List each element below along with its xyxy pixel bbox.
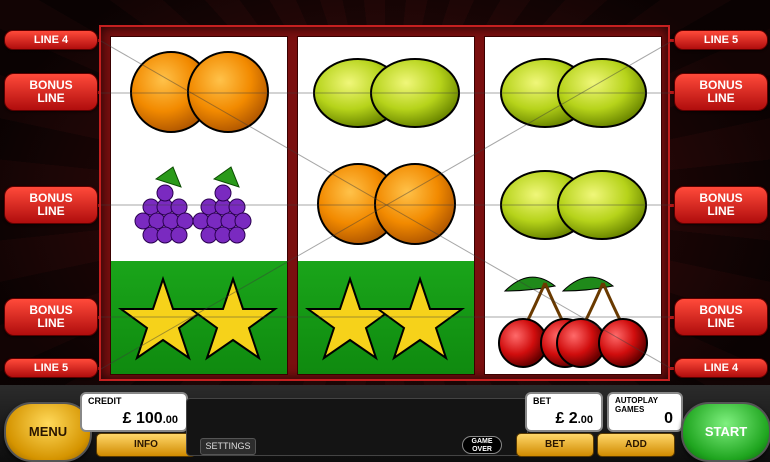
bet-panel: BET £ 2.00: [525, 392, 603, 432]
tab-label: LINE: [707, 204, 735, 218]
tab-label: LINE: [707, 91, 735, 105]
start-label: START: [704, 424, 748, 439]
bet-button-label: BET: [545, 439, 565, 450]
tab-label: LINE 4: [33, 34, 69, 46]
reel-2: [297, 36, 475, 375]
line-5-left-tab[interactable]: LINE 5: [4, 358, 98, 378]
tab-label: LINE 4: [703, 362, 739, 374]
bet-label: BET: [533, 396, 551, 406]
reel-1: [110, 36, 288, 375]
line-4-left-tab[interactable]: LINE 4: [4, 30, 98, 50]
bonus-line-left-tab-3[interactable]: BONUS LINE: [4, 298, 98, 336]
star-symbol: [111, 261, 287, 374]
grapes-symbol: [111, 149, 287, 261]
menu-button[interactable]: MENU: [4, 402, 92, 462]
credit-value: £ 100.00: [123, 410, 178, 428]
cherry-symbol: [485, 261, 661, 374]
start-button[interactable]: START: [681, 402, 770, 462]
credit-panel: CREDIT £ 100.00: [80, 392, 188, 432]
bonus-line-right-tab-1[interactable]: BONUS LINE: [674, 73, 768, 111]
credit-currency: £: [122, 410, 132, 427]
credit-whole: 100: [136, 410, 163, 427]
info-button[interactable]: INFO: [96, 433, 196, 457]
orange-symbol: [111, 37, 287, 149]
tab-label: LINE: [37, 316, 65, 330]
menu-label: MENU: [28, 424, 68, 439]
info-label: INFO: [134, 439, 158, 450]
tab-label: LINE: [37, 204, 65, 218]
game-over-text: OVER: [472, 446, 492, 453]
credit-label: CREDIT: [88, 396, 122, 406]
add-button-label: ADD: [625, 439, 647, 450]
line-4-right-tab[interactable]: LINE 4: [674, 358, 768, 378]
bet-button[interactable]: BET: [516, 433, 594, 457]
reel-3: [484, 36, 662, 375]
bet-decimals: .00: [577, 414, 593, 426]
star-symbol: [298, 261, 474, 374]
bonus-line-right-tab-2[interactable]: BONUS LINE: [674, 186, 768, 224]
bet-currency: £: [555, 410, 565, 427]
tab-label: LINE: [37, 91, 65, 105]
reel-frame: [99, 25, 672, 381]
line-5-right-tab[interactable]: LINE 5: [674, 30, 768, 50]
bonus-line-left-tab-2[interactable]: BONUS LINE: [4, 186, 98, 224]
autoplay-panel: AUTOPLAY GAMES 0: [607, 392, 683, 432]
settings-button[interactable]: SETTINGS: [200, 438, 256, 455]
game-over-text: GAME: [471, 438, 493, 445]
add-button[interactable]: ADD: [597, 433, 675, 457]
bonus-line-right-tab-3[interactable]: BONUS LINE: [674, 298, 768, 336]
orange-symbol: [298, 149, 474, 261]
tab-label: LINE 5: [703, 34, 739, 46]
lemon-symbol: [485, 149, 661, 261]
lemon-symbol: [298, 37, 474, 149]
lemon-symbol: [485, 37, 661, 149]
bet-whole: 2: [568, 410, 578, 427]
bet-value: £ 2.00: [555, 410, 593, 428]
autoplay-value: 0: [664, 410, 673, 427]
bonus-line-left-tab-1[interactable]: BONUS LINE: [4, 73, 98, 111]
tab-label: LINE: [707, 316, 735, 330]
tab-label: LINE 5: [33, 362, 69, 374]
game-over-badge: GAME OVER: [462, 436, 502, 454]
settings-label: SETTINGS: [205, 441, 251, 451]
credit-decimals: .00: [162, 414, 178, 426]
